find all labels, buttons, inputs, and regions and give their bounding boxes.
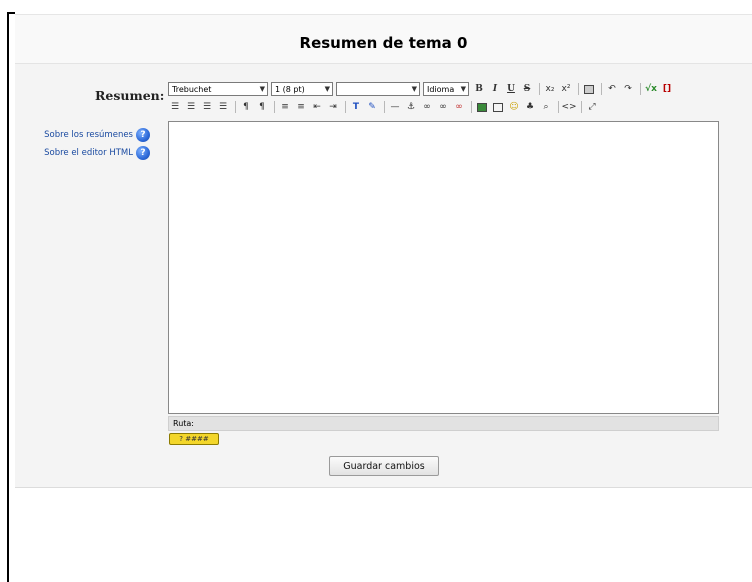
anchor-icon[interactable]: ⚓ xyxy=(404,100,418,114)
html-source-icon[interactable]: <> xyxy=(561,100,576,114)
toolbar-separator xyxy=(601,83,602,95)
toolbar-separator xyxy=(640,83,641,95)
equation-icon[interactable]: √x xyxy=(644,82,658,96)
toolbar-separator xyxy=(384,101,385,113)
outdent-icon[interactable]: ⇤ xyxy=(310,100,324,114)
language-value: Idioma xyxy=(427,84,455,94)
toolbar-separator xyxy=(274,101,275,113)
help-link-summaries-label[interactable]: Sobre los resúmenes xyxy=(44,130,133,140)
toolbar-separator xyxy=(345,101,346,113)
font-size-value: 1 (8 pt) xyxy=(275,84,305,94)
image-icon[interactable] xyxy=(475,100,489,114)
align-justify-icon[interactable]: ☰ xyxy=(216,100,230,114)
toolbar-separator xyxy=(539,83,540,95)
background-color-icon[interactable]: ✎ xyxy=(365,100,379,114)
search-replace-icon[interactable]: ⌕ xyxy=(539,100,553,114)
ltr-icon[interactable]: ¶ xyxy=(239,100,253,114)
toolbar-separator xyxy=(235,101,236,113)
help-link-summaries[interactable]: Sobre los resúmenes? xyxy=(0,128,150,142)
toolbar-separator xyxy=(578,83,579,95)
fullscreen-icon[interactable]: ⤢ xyxy=(585,100,599,114)
indent-icon[interactable]: ⇥ xyxy=(326,100,340,114)
format-select[interactable]: ▼ xyxy=(336,82,420,96)
redo-icon[interactable]: ↷ xyxy=(621,82,635,96)
chevron-down-icon: ▼ xyxy=(411,85,417,93)
editor-toolbar-row-1: Trebuchet ▼ 1 (8 pt) ▼ ▼ Idioma ▼ B I U S x… xyxy=(168,80,676,98)
help-icon[interactable]: ? xyxy=(136,128,150,142)
undo-icon[interactable]: ↶ xyxy=(605,82,619,96)
chevron-down-icon: ▼ xyxy=(324,85,330,93)
page-left-border xyxy=(7,12,9,582)
text-color-icon[interactable]: T xyxy=(349,100,363,114)
clean-word-icon[interactable] xyxy=(582,82,596,96)
language-select[interactable]: Idioma ▼ xyxy=(423,82,469,96)
align-center-icon[interactable]: ☰ xyxy=(184,100,198,114)
subscript-icon[interactable]: x₂ xyxy=(543,82,557,96)
strikethrough-button[interactable]: S xyxy=(520,82,534,96)
font-size-select[interactable]: 1 (8 pt) ▼ xyxy=(271,82,333,96)
chevron-down-icon: ▼ xyxy=(460,85,466,93)
help-icon[interactable]: ? xyxy=(136,146,150,160)
ordered-list-icon[interactable]: ≡ xyxy=(278,100,292,114)
toolbar-separator xyxy=(581,101,582,113)
path-label: Ruta: xyxy=(173,419,195,428)
nolink-icon[interactable]: [] xyxy=(660,82,674,96)
font-family-select[interactable]: Trebuchet ▼ xyxy=(168,82,268,96)
panel-header: Resumen de tema 0 xyxy=(15,15,752,64)
font-family-value: Trebuchet xyxy=(172,84,212,94)
align-right-icon[interactable]: ☰ xyxy=(200,100,214,114)
rtl-icon[interactable]: ¶ xyxy=(255,100,269,114)
help-link-html-editor[interactable]: Sobre el editor HTML? xyxy=(0,146,150,160)
link-icon[interactable]: ∞ xyxy=(420,100,434,114)
nolink-icon[interactable]: ∞ xyxy=(452,100,466,114)
summary-field-label: Resumen: xyxy=(95,88,165,103)
underline-button[interactable]: U xyxy=(504,82,518,96)
unordered-list-icon[interactable]: ≡ xyxy=(294,100,308,114)
page-top-tick xyxy=(7,12,15,14)
chevron-down-icon: ▼ xyxy=(259,85,265,93)
toolbar-separator xyxy=(558,101,559,113)
table-icon[interactable] xyxy=(491,100,505,114)
italic-button[interactable]: I xyxy=(488,82,502,96)
html-editor-area[interactable] xyxy=(168,121,719,414)
save-button[interactable]: Guardar cambios xyxy=(329,456,439,476)
align-left-icon[interactable]: ☰ xyxy=(168,100,182,114)
editor-path-bar: Ruta: xyxy=(168,416,719,431)
editor-toolbar-row-2: ☰ ☰ ☰ ☰ ¶ ¶ ≡ ≡ ⇤ ⇥ T ✎ — ⚓ ∞ ∞ ∞ ☺ ♣ ⌕ … xyxy=(168,98,601,116)
page-title: Resumen de tema 0 xyxy=(299,34,468,52)
toolbar-separator xyxy=(471,101,472,113)
unlink-icon[interactable]: ∞ xyxy=(436,100,450,114)
help-link-html-editor-label[interactable]: Sobre el editor HTML xyxy=(44,148,133,158)
bold-button[interactable]: B xyxy=(472,82,486,96)
keyboard-shortcuts-button[interactable]: ? #### xyxy=(169,433,219,445)
superscript-icon[interactable]: x² xyxy=(559,82,573,96)
smiley-icon[interactable]: ☺ xyxy=(507,100,521,114)
horizontal-rule-icon[interactable]: — xyxy=(388,100,402,114)
special-char-icon[interactable]: ♣ xyxy=(523,100,537,114)
